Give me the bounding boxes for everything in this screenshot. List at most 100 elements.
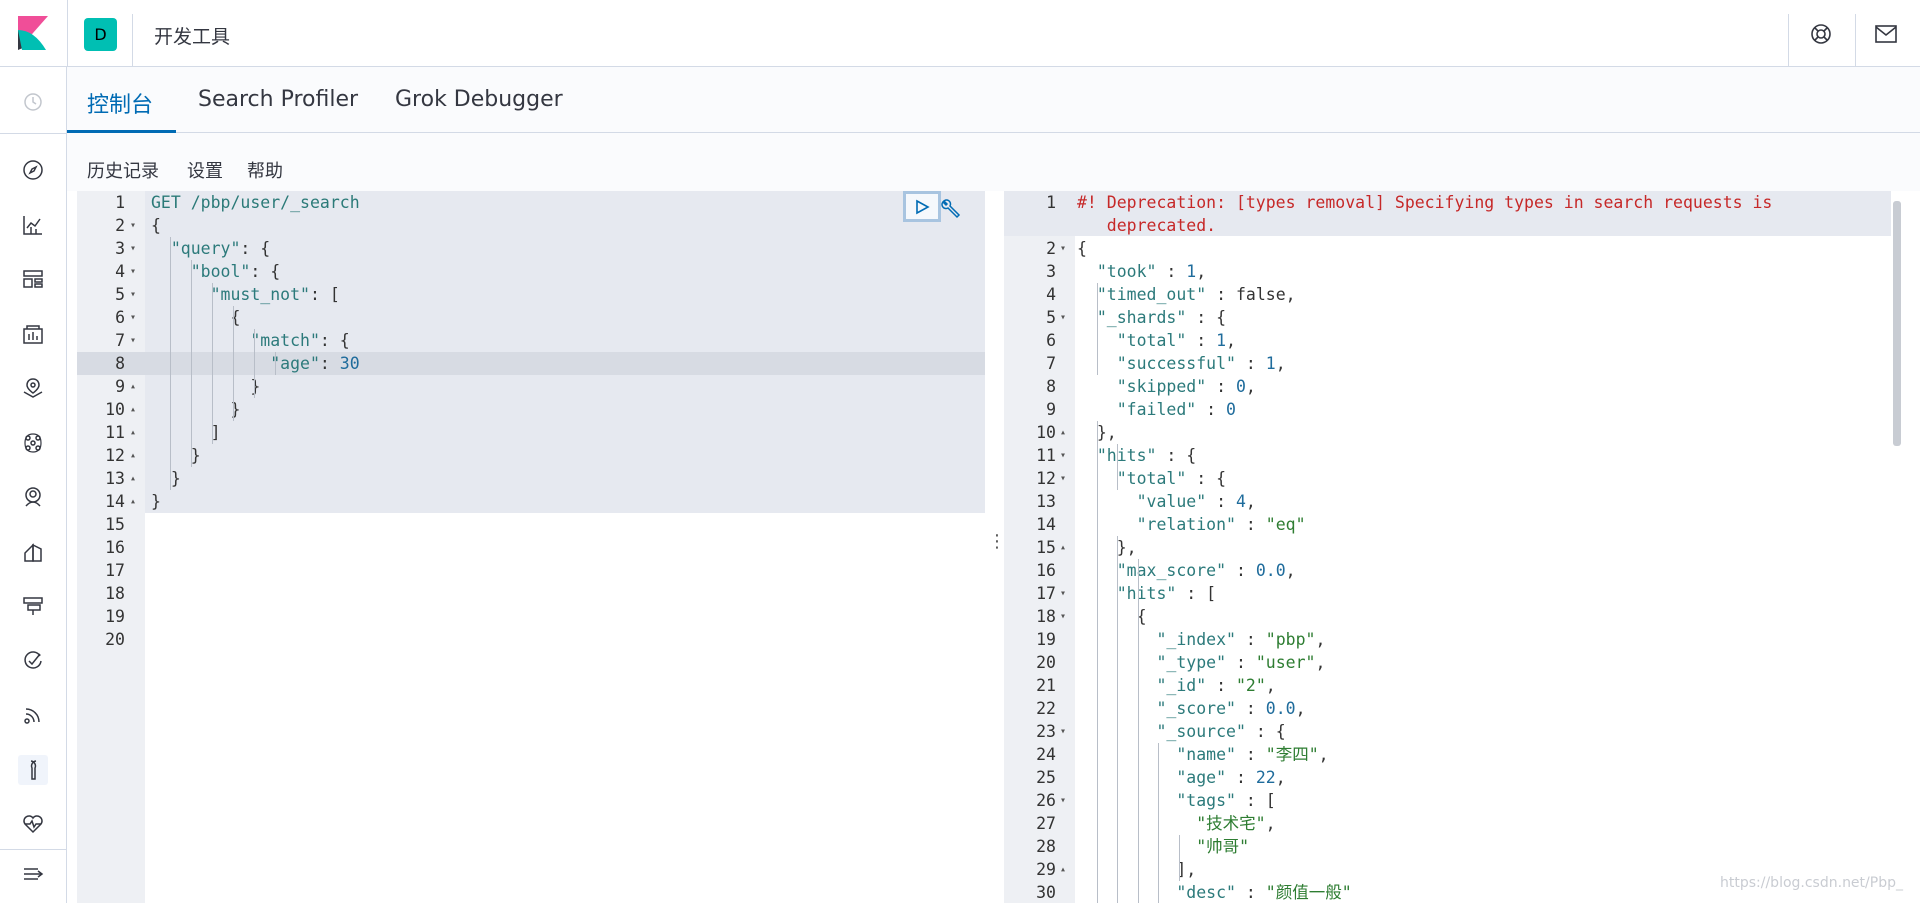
line-number: 13	[105, 469, 125, 488]
response-scrollbar[interactable]	[1893, 201, 1901, 446]
line-number	[1004, 214, 1056, 237]
indent-guide	[275, 352, 276, 375]
collapse-menu-icon[interactable]	[18, 859, 48, 889]
fold-toggle-icon[interactable]: ▾	[1060, 444, 1066, 467]
mail-icon[interactable]	[1871, 19, 1901, 49]
response-line: "_id" : "2",	[1156, 676, 1276, 695]
code-line[interactable]: }	[151, 444, 201, 467]
pane-resizer[interactable]: ⋮	[985, 191, 1006, 903]
fold-toggle-icon[interactable]: ▴	[130, 490, 136, 513]
code-line[interactable]: GET /pbp/user/_search	[151, 191, 360, 214]
fold-toggle-icon[interactable]: ▾	[1060, 789, 1066, 812]
line-number: 17	[105, 561, 125, 580]
code-line[interactable]: }	[151, 467, 181, 490]
response-line: "_type" : "user",	[1156, 653, 1326, 672]
compass-icon[interactable]	[18, 155, 48, 185]
history-link[interactable]: 历史记录	[87, 157, 159, 183]
fold-toggle-icon[interactable]: ▾	[1060, 605, 1066, 628]
fold-toggle-icon[interactable]: ▴	[130, 375, 136, 398]
fold-toggle-icon[interactable]: ▴	[1060, 858, 1066, 881]
infra-icon[interactable]	[18, 537, 48, 567]
visualize-icon[interactable]	[18, 210, 48, 240]
code-line[interactable]: }	[151, 375, 260, 398]
fold-toggle-icon[interactable]: ▴	[130, 421, 136, 444]
fold-toggle-icon[interactable]: ▾	[130, 214, 136, 237]
help-lifebuoy-icon[interactable]	[1806, 19, 1836, 49]
wrench-icon	[941, 199, 961, 219]
response-line: "tags" : [	[1176, 791, 1276, 810]
line-number: 10	[105, 400, 125, 419]
line-number: 12	[105, 446, 125, 465]
line-number: 29	[1036, 860, 1056, 879]
page-title: 开发工具	[154, 26, 231, 48]
request-options-button[interactable]	[938, 196, 964, 222]
line-number: 18	[1036, 607, 1056, 626]
tab-console[interactable]: 控制台	[87, 87, 153, 119]
indent-guide	[1097, 283, 1098, 375]
send-request-button[interactable]	[903, 191, 941, 222]
top-header: D 开发工具	[0, 0, 1920, 67]
code-line[interactable]: }	[151, 490, 161, 513]
clock-icon[interactable]	[18, 87, 48, 117]
line-number: 18	[105, 584, 125, 603]
fold-toggle-icon[interactable]: ▾	[1060, 467, 1066, 490]
response-line: "max_score" : 0.0,	[1116, 561, 1296, 580]
line-number: 1	[1046, 193, 1056, 212]
line-number: 1	[115, 193, 125, 212]
fold-toggle-icon[interactable]: ▾	[130, 306, 136, 329]
logs-icon[interactable]	[18, 700, 48, 730]
code-line[interactable]: "query": {	[151, 237, 270, 260]
code-line[interactable]: "age": 30	[151, 352, 359, 375]
fold-toggle-icon[interactable]: ▾	[1060, 582, 1066, 605]
response-line: "_shards" : {	[1096, 308, 1227, 327]
canvas-icon[interactable]	[18, 319, 48, 349]
fold-toggle-icon[interactable]: ▾	[1060, 306, 1066, 329]
code-line[interactable]: ]	[151, 421, 221, 444]
apm-icon[interactable]	[18, 482, 48, 512]
ml-icon[interactable]	[18, 428, 48, 458]
line-number: 16	[105, 538, 125, 557]
fold-toggle-icon[interactable]: ▾	[130, 237, 136, 260]
tab-grok-debugger[interactable]: Grok Debugger	[395, 87, 563, 112]
line-number: 9	[115, 377, 125, 396]
fold-toggle-icon[interactable]: ▾	[130, 283, 136, 306]
siem-icon[interactable]	[18, 646, 48, 676]
fold-toggle-icon[interactable]: ▴	[130, 398, 136, 421]
code-line[interactable]: {	[151, 214, 161, 237]
settings-link[interactable]: 设置	[187, 157, 223, 183]
fold-toggle-icon[interactable]: ▴	[1060, 421, 1066, 444]
response-line: {	[1077, 239, 1087, 258]
code-line[interactable]: }	[151, 398, 240, 421]
watermark: https://blog.csdn.net/Pbp_	[1720, 875, 1903, 891]
kibana-logo-icon[interactable]	[18, 16, 52, 50]
line-number: 4	[1046, 285, 1056, 304]
indent-guide	[1138, 559, 1139, 903]
fold-toggle-icon[interactable]: ▾	[1060, 237, 1066, 260]
dev-tools-icon[interactable]	[18, 755, 48, 785]
line-number: 4	[115, 262, 125, 281]
dashboard-icon[interactable]	[18, 264, 48, 294]
header-divider	[1788, 14, 1789, 66]
request-editor[interactable]: 1 2 ▾ 3 ▾ 4 ▾ 5 ▾ 6 ▾ 7 ▾ 8 9 ▴ 10 ▴ 11 ▴ 12 ▴ 13 ▴ 14 ▴ 15 16 17 18 1…	[67, 191, 985, 903]
line-number: 2	[1046, 239, 1056, 258]
code-line[interactable]: {	[151, 306, 240, 329]
maps-icon[interactable]	[18, 373, 48, 403]
fold-toggle-icon[interactable]: ▾	[130, 260, 136, 283]
fold-toggle-icon[interactable]: ▾	[1060, 720, 1066, 743]
monitoring-icon[interactable]	[18, 809, 48, 839]
code-line[interactable]: "must_not": [	[151, 283, 340, 306]
response-line: "技术宅",	[1196, 814, 1276, 833]
fold-toggle-icon[interactable]: ▴	[130, 444, 136, 467]
tab-search-profiler[interactable]: Search Profiler	[198, 87, 358, 112]
fold-toggle-icon[interactable]: ▴	[1060, 536, 1066, 559]
line-number: 11	[105, 423, 125, 442]
help-link[interactable]: 帮助	[247, 157, 283, 183]
code-line[interactable]: "match": {	[151, 329, 349, 352]
response-viewer[interactable]: 1 2 ▾ 3 4 5 ▾ 6 7 8 9 10 ▴ 11 ▾ 12 ▾ 13 14 15 ▴ 16 17 ▾ 18 ▾ 19 20 2…	[999, 191, 1920, 903]
space-avatar[interactable]: D	[84, 18, 117, 51]
fold-toggle-icon[interactable]: ▴	[130, 467, 136, 490]
uptime-icon[interactable]	[18, 591, 48, 621]
line-number: 27	[1036, 814, 1056, 833]
fold-toggle-icon[interactable]: ▾	[130, 329, 136, 352]
line-number: 12	[1036, 469, 1056, 488]
